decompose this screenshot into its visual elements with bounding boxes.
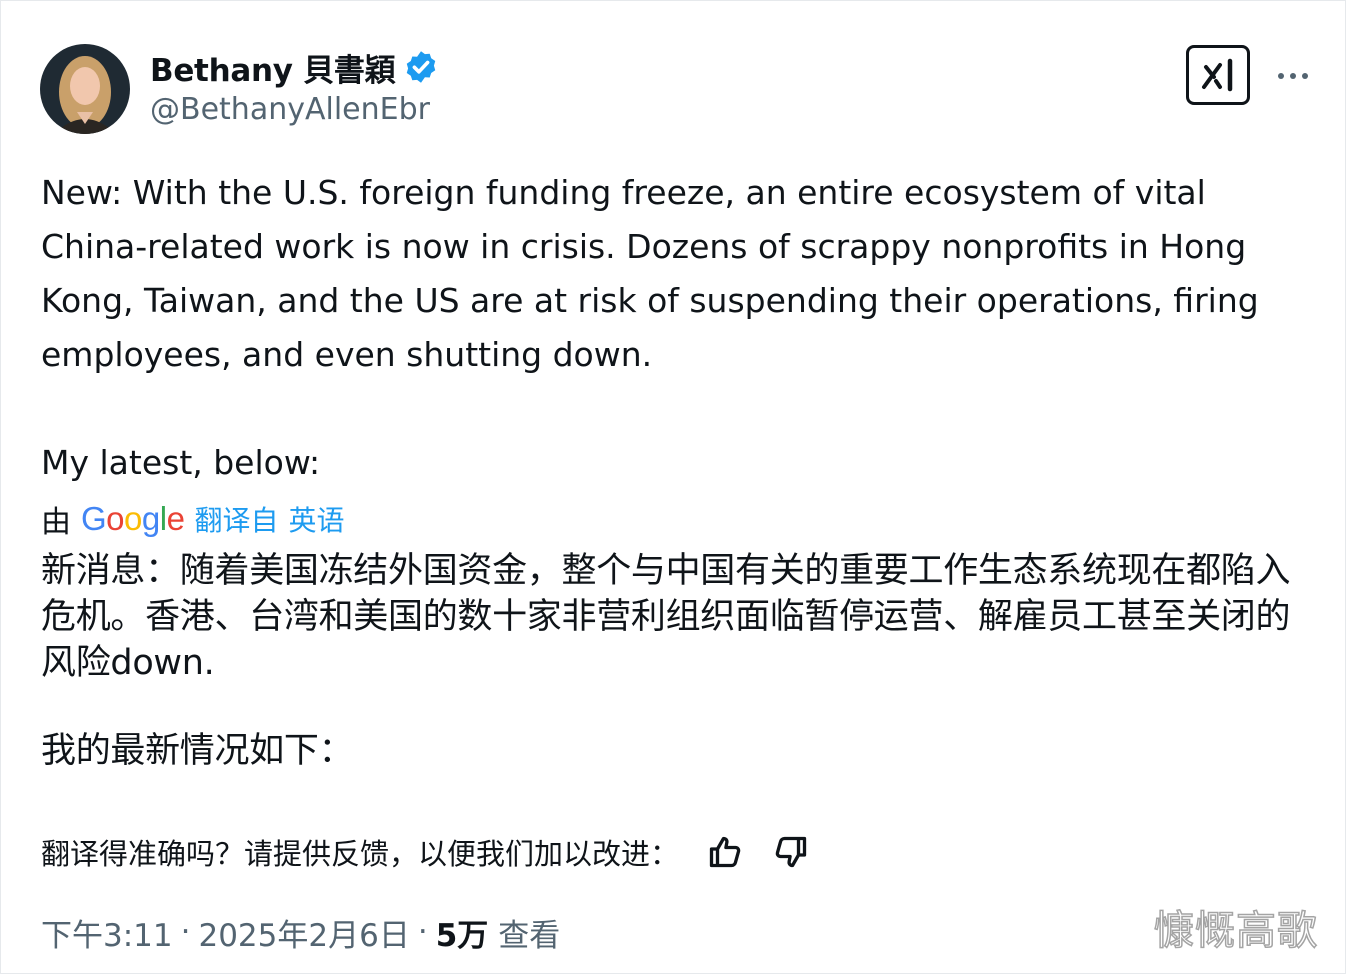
tweet-paragraph: New: With the U.S. foreign funding freez…	[41, 173, 1259, 374]
translated-by-prefix: 由	[41, 505, 71, 540]
translation-attribution: 由 Google 翻译自 英语	[41, 498, 344, 540]
views-count: 5万	[435, 917, 489, 954]
author-avatar[interactable]	[40, 44, 130, 134]
grok-icon	[1202, 58, 1233, 92]
tweet-date[interactable]: 2025年2月6日	[198, 910, 409, 955]
author-name[interactable]: Bethany 貝書穎	[150, 45, 396, 90]
author-name-row: Bethany 貝書穎	[150, 45, 439, 90]
grok-button[interactable]	[1186, 45, 1250, 105]
tweet-meta: 下午3:11 · 2025年2月6日 · 5万 查看	[41, 910, 560, 954]
tweet-body: New: With the U.S. foreign funding freez…	[41, 166, 1281, 490]
translated-paragraph: 新消息：随着美国冻结外国资金，整个与中国有关的重要工作生态系统现在都陷入危机。香…	[41, 551, 1291, 683]
thumbs-down-icon[interactable]	[773, 834, 809, 870]
meta-separator: ·	[180, 914, 191, 950]
source-language: 英语	[288, 504, 345, 537]
translated-body: 新消息：随着美国冻结外国资金，整个与中国有关的重要工作生态系统现在都陷入危机。香…	[41, 548, 1311, 774]
tweet-time[interactable]: 下午3:11	[41, 910, 173, 955]
avatar-image	[40, 44, 130, 134]
translated-from-link[interactable]: 翻译自 英语	[194, 499, 344, 539]
views-label: 查看	[498, 917, 561, 954]
more-horizontal-icon[interactable]	[1272, 58, 1314, 94]
thumbs-up-icon[interactable]	[707, 834, 743, 870]
feedback-prompt: 翻译得准确吗？请提供反馈，以便我们加以改进：	[41, 837, 680, 871]
meta-separator: ·	[417, 914, 428, 950]
google-logo: Google	[81, 500, 185, 537]
translation-feedback: 翻译得准确吗？请提供反馈，以便我们加以改进：	[41, 830, 809, 874]
author-handle[interactable]: @BethanyAllenEbr	[150, 92, 430, 127]
tweet-paragraph: My latest, below:	[41, 443, 321, 482]
more-dot	[1302, 73, 1308, 79]
verified-badge-icon	[406, 51, 436, 83]
watermark: 慷慨高歌	[1153, 907, 1318, 955]
more-dot	[1278, 73, 1284, 79]
translated-from-label: 翻译自	[194, 504, 279, 537]
translated-paragraph: 我的最新情况如下：	[41, 731, 354, 771]
more-dot	[1290, 73, 1296, 79]
